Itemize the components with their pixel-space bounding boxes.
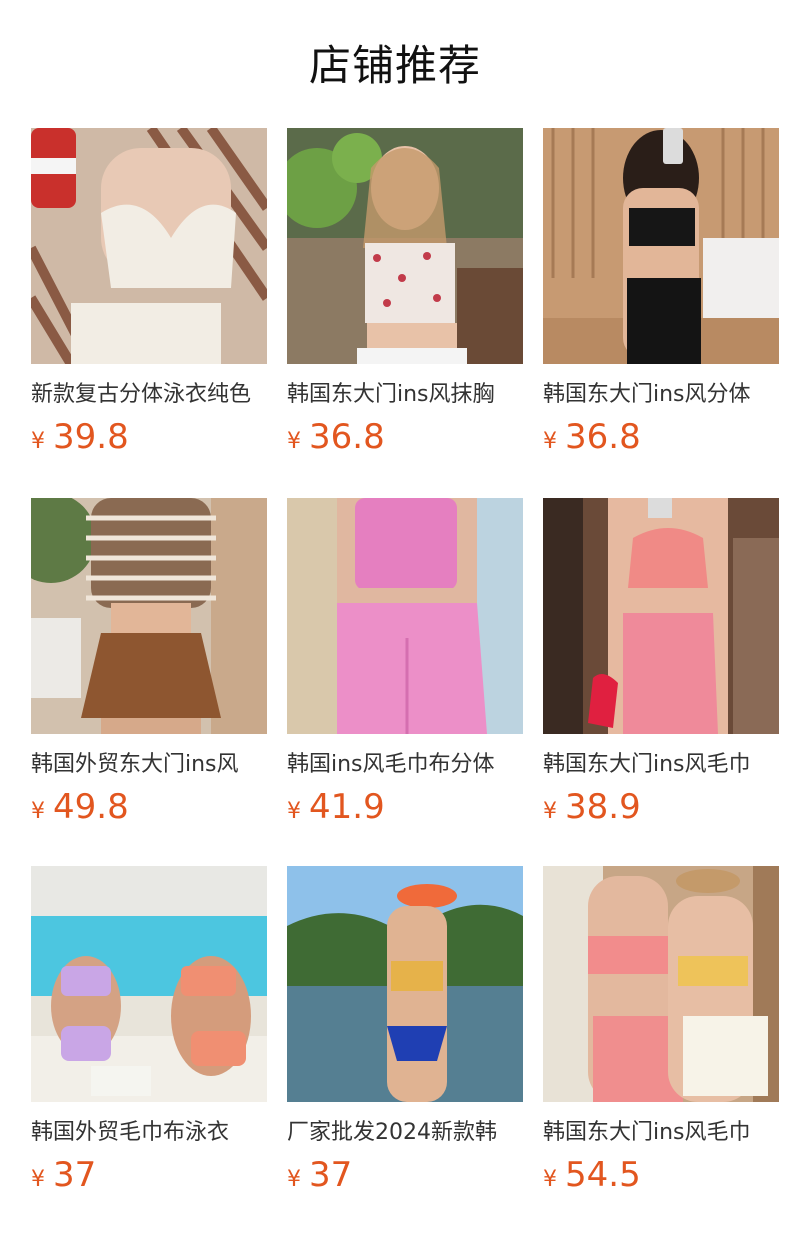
product-price: 37 [53,1155,97,1195]
product-card[interactable]: 韩国东大门ins风抹胸 ¥ 36.8 [287,128,523,456]
product-photo[interactable] [543,866,779,1102]
product-photo[interactable] [543,498,779,734]
currency-symbol: ¥ [543,429,557,454]
product-price: 38.9 [565,787,641,827]
price-row: ¥ 41.9 [287,788,523,826]
page-title: 店铺推荐 [308,41,481,90]
currency-symbol: ¥ [287,429,301,454]
product-card[interactable]: 韩国东大门ins风毛巾 ¥ 38.9 [543,498,779,826]
product-name[interactable]: 韩国东大门ins风毛巾 [543,1118,779,1148]
product-photo[interactable] [287,866,523,1102]
product-name[interactable]: 韩国外贸毛巾布泳衣 [31,1118,267,1148]
product-name[interactable]: 厂家批发2024新款韩 [287,1118,523,1148]
product-photo[interactable] [31,866,267,1102]
currency-symbol: ¥ [287,1167,301,1192]
product-name[interactable]: 韩国东大门ins风抹胸 [287,380,523,410]
product-price: 37 [309,1155,353,1195]
product-price: 36.8 [565,417,641,457]
product-price: 49.8 [53,787,129,827]
price-row: ¥ 36.8 [543,418,779,456]
product-photo[interactable] [31,128,267,364]
currency-symbol: ¥ [31,429,45,454]
product-card[interactable]: 韩国外贸东大门ins风 ¥ 49.8 [31,498,267,826]
currency-symbol: ¥ [31,1167,45,1192]
product-card[interactable]: 韩国ins风毛巾布分体 ¥ 41.9 [287,498,523,826]
product-card[interactable]: 韩国外贸毛巾布泳衣 ¥ 37 [31,866,267,1194]
price-row: ¥ 49.8 [31,788,267,826]
product-price: 41.9 [309,787,385,827]
product-price: 36.8 [309,417,385,457]
price-row: ¥ 36.8 [287,418,523,456]
currency-symbol: ¥ [543,1167,557,1192]
product-card[interactable]: 韩国东大门ins风毛巾 ¥ 54.5 [543,866,779,1194]
currency-symbol: ¥ [287,799,301,824]
currency-symbol: ¥ [31,799,45,824]
product-name[interactable]: 韩国外贸东大门ins风 [31,750,267,780]
product-card[interactable]: 厂家批发2024新款韩 ¥ 37 [287,866,523,1194]
product-card[interactable]: 新款复古分体泳衣纯色 ¥ 39.8 [31,128,267,456]
price-row: ¥ 54.5 [543,1156,779,1194]
product-name[interactable]: 韩国东大门ins风毛巾 [543,750,779,780]
product-photo[interactable] [31,498,267,734]
product-price: 39.8 [53,417,129,457]
product-price: 54.5 [565,1155,641,1195]
price-row: ¥ 38.9 [543,788,779,826]
price-row: ¥ 37 [31,1156,267,1194]
product-card[interactable]: 韩国东大门ins风分体 ¥ 36.8 [543,128,779,456]
price-row: ¥ 37 [287,1156,523,1194]
price-row: ¥ 39.8 [31,418,267,456]
product-photo[interactable] [543,128,779,364]
product-photo[interactable] [287,498,523,734]
product-name[interactable]: 韩国ins风毛巾布分体 [287,750,523,780]
product-name[interactable]: 新款复古分体泳衣纯色 [31,380,267,410]
currency-symbol: ¥ [543,799,557,824]
product-photo[interactable] [287,128,523,364]
product-name[interactable]: 韩国东大门ins风分体 [543,380,779,410]
